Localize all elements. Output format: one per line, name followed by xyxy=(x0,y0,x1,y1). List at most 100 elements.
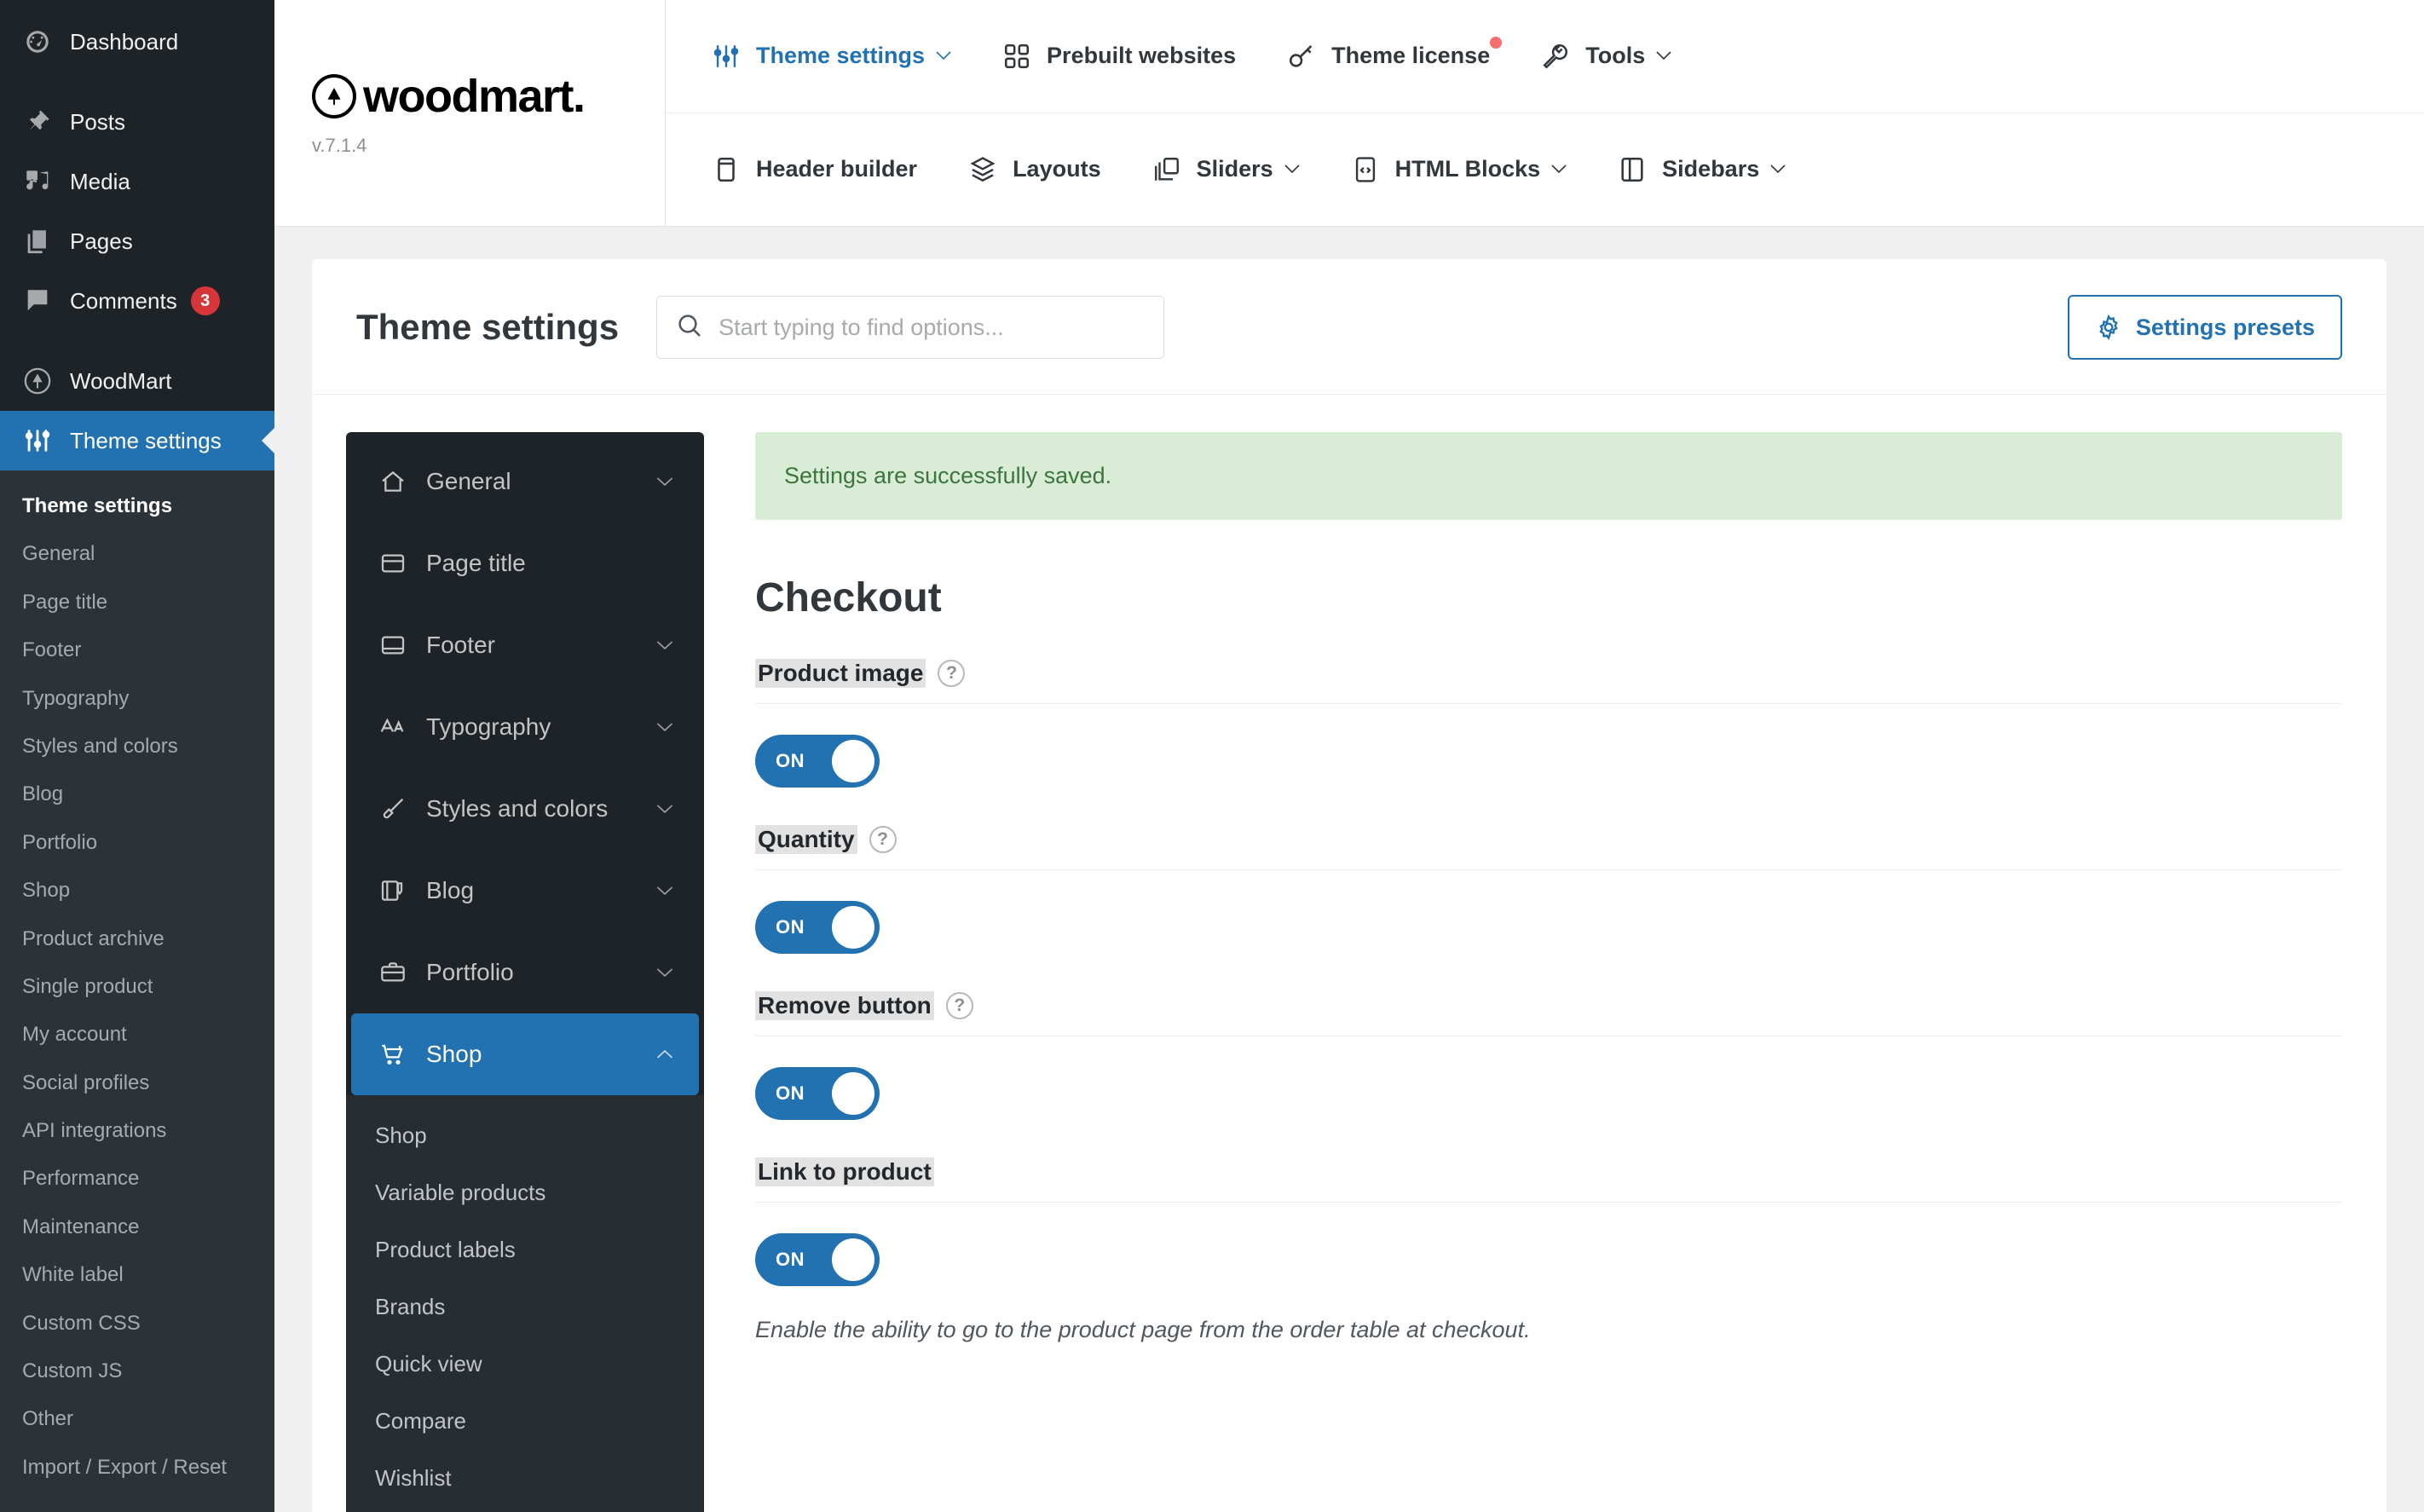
settings-presets-button[interactable]: Settings presets xyxy=(2068,295,2342,360)
wp-primary-menu: Dashboard Posts Media Pages xyxy=(0,0,274,470)
topmenu-prebuilt-websites[interactable]: Prebuilt websites xyxy=(1001,40,1236,72)
sidebar-item-media[interactable]: Media xyxy=(0,152,274,211)
options-nav-portfolio[interactable]: Portfolio xyxy=(351,932,699,1013)
sidebar-item-pages[interactable]: Pages xyxy=(0,211,274,271)
toggle-remove-button[interactable]: ON xyxy=(755,1067,880,1120)
toggle-state-label: ON xyxy=(776,750,805,772)
topmenu-theme-license[interactable]: Theme license xyxy=(1285,40,1490,72)
options-subitem-variable-products[interactable]: Variable products xyxy=(346,1164,704,1221)
sidebar-item-theme-settings[interactable]: Theme settings xyxy=(0,411,274,470)
options-nav-styles-and-colors[interactable]: Styles and colors xyxy=(351,768,699,850)
options-nav-shop[interactable]: Shop xyxy=(351,1013,699,1095)
sidebar-item-label: Theme settings xyxy=(70,428,222,454)
chevron-down-icon xyxy=(936,51,951,61)
toggle-link-to-product[interactable]: ON xyxy=(755,1233,880,1286)
page-title: Theme settings xyxy=(356,307,619,348)
topmenu-header-builder[interactable]: Header builder xyxy=(710,153,917,186)
toggle-state-label: ON xyxy=(776,916,805,938)
wp-subitem-footer[interactable]: Footer xyxy=(0,626,274,674)
home-icon xyxy=(377,465,409,498)
topbar-menus: Theme settings Prebuilt websites xyxy=(666,0,2424,226)
wp-subitem-performance[interactable]: Performance xyxy=(0,1155,274,1203)
field-label: Remove button xyxy=(755,991,934,1020)
wp-subitem-portfolio[interactable]: Portfolio xyxy=(0,819,274,867)
field-remove-button: Remove button ? ON xyxy=(755,991,2342,1120)
wp-subitem-blog[interactable]: Blog xyxy=(0,770,274,818)
wp-subitem-my-account[interactable]: My account xyxy=(0,1011,274,1059)
pages-icon xyxy=(20,224,55,258)
topmenu-tools[interactable]: Tools xyxy=(1539,40,1671,72)
wp-subitem-import-export-reset[interactable]: Import / Export / Reset xyxy=(0,1444,274,1492)
wp-subitem-shop[interactable]: Shop xyxy=(0,867,274,915)
wp-subitem-maintenance[interactable]: Maintenance xyxy=(0,1203,274,1251)
options-subitem-brands[interactable]: Brands xyxy=(346,1278,704,1336)
topmenu-label: Header builder xyxy=(756,156,917,182)
options-subitem-shop[interactable]: Shop xyxy=(346,1107,704,1164)
wp-subitem-product-archive[interactable]: Product archive xyxy=(0,915,274,963)
field-divider xyxy=(755,869,2342,870)
options-subitem-quick-view[interactable]: Quick view xyxy=(346,1336,704,1393)
options-subitem-product-labels[interactable]: Product labels xyxy=(346,1221,704,1278)
options-nav-typography[interactable]: Typography xyxy=(351,686,699,768)
key-icon xyxy=(1285,40,1318,72)
topbar-menu-row-2: Header builder Layouts Sliders xyxy=(666,113,2424,227)
sidebar-item-label: Dashboard xyxy=(70,29,178,55)
sidebar-item-label: WoodMart xyxy=(70,368,171,395)
wp-subitem-social-profiles[interactable]: Social profiles xyxy=(0,1059,274,1107)
options-nav-page-title[interactable]: Page title xyxy=(351,522,699,604)
wp-subitem-general[interactable]: General xyxy=(0,530,274,578)
topmenu-theme-settings[interactable]: Theme settings xyxy=(710,40,951,72)
help-icon[interactable]: ? xyxy=(938,660,965,687)
sliders-icon xyxy=(20,424,55,458)
options-nav: General Page title xyxy=(346,432,704,1512)
chevron-down-icon xyxy=(656,640,673,650)
topmenu-sliders[interactable]: Sliders xyxy=(1151,153,1300,186)
sidebar-item-label: Comments xyxy=(70,288,177,315)
grid-icon xyxy=(1001,40,1033,72)
wp-subitem-typography[interactable]: Typography xyxy=(0,675,274,723)
sidebar-item-comments[interactable]: Comments 3 xyxy=(0,271,274,331)
page-title-icon xyxy=(377,547,409,580)
options-subitem-wishlist[interactable]: Wishlist xyxy=(346,1450,704,1507)
options-nav-label: Page title xyxy=(426,550,673,577)
wp-subitem-api-integrations[interactable]: API integrations xyxy=(0,1107,274,1155)
toggle-state-label: ON xyxy=(776,1249,805,1271)
options-nav-blog[interactable]: Blog xyxy=(351,850,699,932)
toggle-quantity[interactable]: ON xyxy=(755,901,880,954)
sidebar-item-posts[interactable]: Posts xyxy=(0,92,274,152)
woodmart-logo[interactable]: woodmart. xyxy=(312,70,665,123)
options-nav-general[interactable]: General xyxy=(351,441,699,522)
field-quantity: Quantity ? ON xyxy=(755,825,2342,954)
wp-subitem-white-label[interactable]: White label xyxy=(0,1251,274,1299)
sidebar-item-woodmart[interactable]: WoodMart xyxy=(0,351,274,411)
wp-submenu-theme-settings: Theme settings General Page title Footer… xyxy=(0,470,274,1512)
chevron-down-icon xyxy=(656,804,673,814)
wp-subitem-single-product[interactable]: Single product xyxy=(0,963,274,1011)
topmenu-html-blocks[interactable]: HTML Blocks xyxy=(1349,153,1567,186)
field-label: Product image xyxy=(755,659,926,688)
help-icon[interactable]: ? xyxy=(869,826,897,853)
help-icon[interactable]: ? xyxy=(946,992,973,1019)
sidebar-item-dashboard[interactable]: Dashboard xyxy=(0,12,274,72)
options-nav-footer[interactable]: Footer xyxy=(351,604,699,686)
wp-subitem-custom-css[interactable]: Custom CSS xyxy=(0,1300,274,1348)
topmenu-label: Theme license xyxy=(1331,43,1490,69)
search-box[interactable] xyxy=(656,296,1164,359)
woodmart-icon xyxy=(20,364,55,398)
options-subitem-compare[interactable]: Compare xyxy=(346,1393,704,1450)
field-product-image: Product image ? ON xyxy=(755,659,2342,788)
wp-subitem-styles-and-colors[interactable]: Styles and colors xyxy=(0,723,274,770)
wp-subitem-theme-settings[interactable]: Theme settings xyxy=(0,482,274,530)
options-nav-label: Styles and colors xyxy=(426,795,656,822)
search-input[interactable] xyxy=(719,315,1145,341)
topmenu-sidebars[interactable]: Sidebars xyxy=(1616,153,1786,186)
topmenu-layouts[interactable]: Layouts xyxy=(967,153,1101,186)
wp-subitem-other[interactable]: Other xyxy=(0,1395,274,1443)
chevron-down-icon xyxy=(1656,51,1671,61)
brand-name: woodmart. xyxy=(363,70,585,123)
options-nav-label: Footer xyxy=(426,632,656,659)
chevron-down-icon xyxy=(1284,164,1300,174)
wp-subitem-page-title[interactable]: Page title xyxy=(0,579,274,626)
wp-subitem-custom-js[interactable]: Custom JS xyxy=(0,1348,274,1395)
toggle-product-image[interactable]: ON xyxy=(755,735,880,788)
